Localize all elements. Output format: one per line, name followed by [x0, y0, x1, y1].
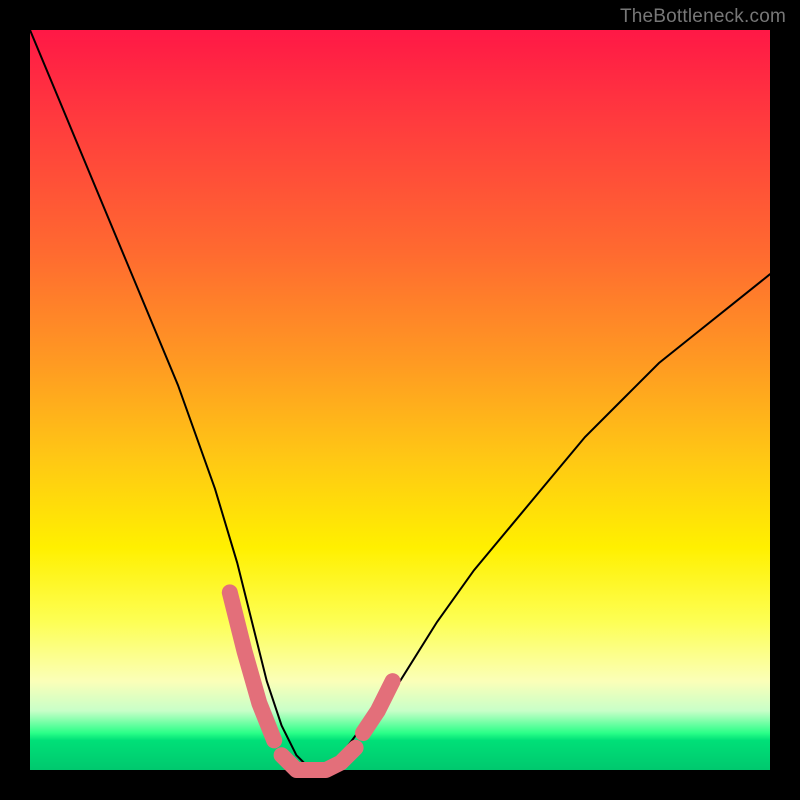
- plot-area: [30, 30, 770, 770]
- watermark-label: TheBottleneck.com: [620, 6, 786, 28]
- highlight-segment: [363, 681, 393, 733]
- highlight-markers: [230, 592, 393, 770]
- highlight-segment: [230, 592, 274, 740]
- chart-frame: TheBottleneck.com: [0, 0, 800, 800]
- curve-svg: [30, 30, 770, 770]
- highlight-segment: [282, 748, 356, 770]
- bottleneck-curve: [30, 30, 770, 770]
